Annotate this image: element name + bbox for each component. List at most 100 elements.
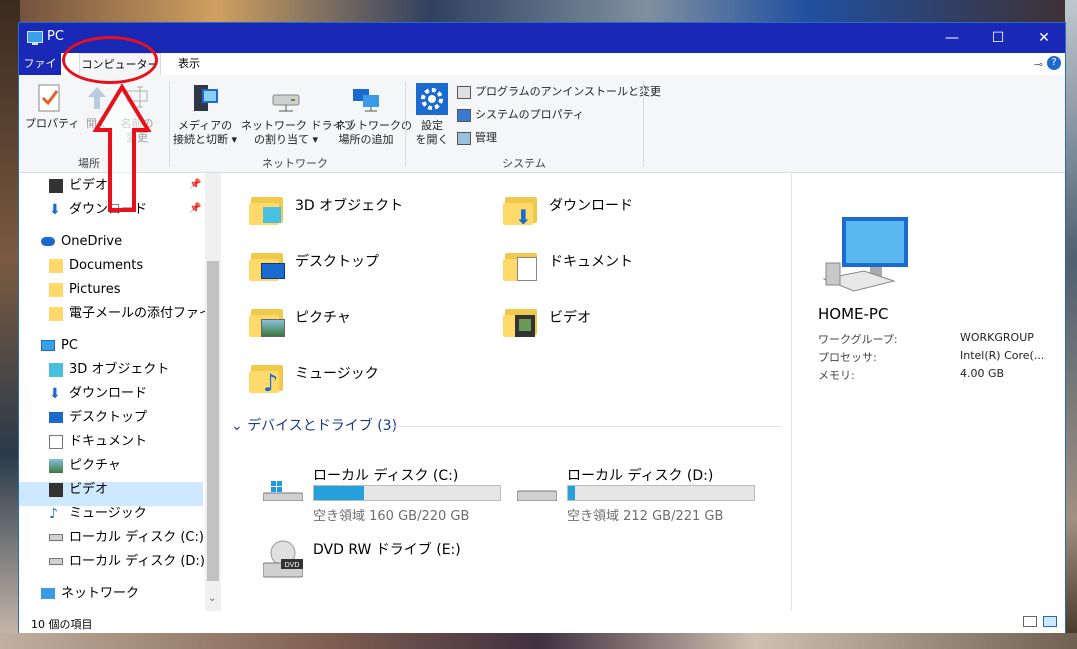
- details-pane: HOME-PC ワークグループ: WORKGROUP プロセッサ: Intel(…: [791, 173, 1065, 611]
- folder-music[interactable]: ♪ ミュージック: [249, 359, 469, 399]
- nav-label: 電子メールの添付ファイ: [69, 306, 205, 321]
- scrollbar-thumb[interactable]: [207, 261, 219, 581]
- uninstall-label: プログラムのアンインストールと変更: [475, 85, 662, 98]
- folder-label: ビデオ: [549, 310, 591, 326]
- folder-icon: [49, 282, 63, 297]
- folder-icon: [49, 258, 63, 273]
- settings-gear-icon: [416, 83, 448, 115]
- music-folder-icon: ♪: [249, 359, 285, 397]
- nav-item-music[interactable]: ♪ ミュージック: [49, 503, 147, 525]
- close-button[interactable]: ✕: [1021, 23, 1067, 53]
- properties-button[interactable]: プロパティ: [25, 83, 80, 131]
- dvd-drive-icon: DVD: [263, 540, 303, 578]
- chevron-down-icon[interactable]: ⌄: [208, 593, 216, 604]
- documents-folder-icon: [503, 247, 539, 281]
- system-properties-icon: [457, 108, 471, 122]
- pin-icon[interactable]: 📌: [189, 203, 201, 214]
- nav-item-network[interactable]: ネットワーク: [41, 583, 139, 605]
- minimize-button[interactable]: —: [929, 23, 975, 53]
- download-arrow-icon: ⬇: [49, 201, 61, 218]
- folder-label: ミュージック: [295, 366, 379, 382]
- programs-icon: [457, 85, 471, 99]
- drive-e[interactable]: DVD DVD RW ドライブ (E:): [261, 539, 511, 583]
- workgroup-value: WORKGROUP: [960, 331, 1034, 344]
- nav-item-desktop[interactable]: デスクトップ: [49, 407, 147, 429]
- nav-item-pictures-local[interactable]: ピクチャ: [49, 455, 121, 477]
- chevron-down-icon[interactable]: ⌄: [231, 418, 247, 434]
- folder-documents[interactable]: ドキュメント: [503, 247, 723, 287]
- disk-icon: [49, 558, 63, 565]
- details-view-icon[interactable]: [1023, 616, 1037, 627]
- nav-item-documents-local[interactable]: ドキュメント: [49, 431, 147, 453]
- nav-item-3d-objects[interactable]: 3D オブジェクト: [49, 359, 169, 381]
- videos-folder-icon: [503, 303, 539, 337]
- settings-label-2: を開く: [415, 133, 449, 146]
- folder-pictures[interactable]: ピクチャ: [249, 303, 469, 343]
- title-bar[interactable]: PC — ☐ ✕: [19, 23, 1065, 53]
- large-icons-view-icon[interactable]: [1043, 616, 1057, 627]
- netdrive-label-1: ネットワーク ドライブ: [241, 119, 355, 132]
- tab-view[interactable]: 表示: [167, 53, 211, 75]
- add-network-location-button[interactable]: ネットワークの 場所の追加: [335, 83, 412, 147]
- window-title: PC: [47, 29, 64, 44]
- nav-label: PC: [61, 338, 78, 353]
- media-connect-button[interactable]: メディアの 接続と切断 ▾: [173, 83, 237, 147]
- nav-item-disk-d[interactable]: ローカル ディスク (D:): [49, 551, 205, 573]
- desktop-icon: [49, 412, 63, 423]
- nav-item-videos-local[interactable]: ビデオ: [49, 479, 108, 501]
- drive-free-space: 空き領域 212 GB/221 GB: [567, 509, 724, 524]
- svg-text:DVD: DVD: [285, 562, 300, 569]
- nav-item-disk-c[interactable]: ローカル ディスク (C:): [49, 527, 204, 549]
- help-icon[interactable]: ?: [1047, 56, 1061, 70]
- desktop-background-left: [0, 0, 20, 649]
- nav-scrollbar[interactable]: ⌄: [205, 173, 221, 611]
- nav-label: OneDrive: [61, 234, 123, 249]
- nav-item-email-attachments[interactable]: 電子メールの添付ファイ: [49, 303, 205, 325]
- nav-label: Pictures: [69, 282, 121, 297]
- maximize-button[interactable]: ☐: [975, 23, 1021, 53]
- drive-d[interactable]: ローカル ディスク (D:) 空き領域 212 GB/221 GB: [515, 465, 765, 525]
- uninstall-programs-button[interactable]: プログラムのアンインストールと変更: [457, 83, 661, 101]
- devices-section-header[interactable]: ⌄ デバイスとドライブ (3): [231, 415, 397, 435]
- folder-icon: [49, 306, 63, 321]
- settings-label-1: 設定: [421, 119, 443, 132]
- workgroup-label: ワークグループ:: [818, 333, 898, 346]
- properties-label: プロパティ: [25, 117, 80, 130]
- video-icon: [49, 482, 63, 497]
- music-note-icon: ♪: [49, 505, 58, 522]
- folder-videos[interactable]: ビデオ: [503, 303, 723, 343]
- folder-label: ドキュメント: [549, 254, 633, 270]
- nav-label: ダウンロード: [69, 386, 148, 401]
- nav-item-downloads[interactable]: ⬇ ダウンロード: [49, 383, 147, 405]
- network-drive-icon: [272, 94, 300, 112]
- document-icon: [49, 434, 63, 449]
- drive-c[interactable]: ローカル ディスク (C:) 空き領域 160 GB/220 GB: [261, 465, 511, 525]
- desktop-folder-icon: [249, 247, 285, 281]
- map-network-drive-button[interactable]: ネットワーク ドライブ の割り当て ▾: [241, 83, 355, 147]
- folder-3d-objects[interactable]: 3D オブジェクト: [249, 191, 469, 231]
- network-icon: [41, 588, 55, 599]
- folder-desktop[interactable]: デスクトップ: [249, 247, 469, 287]
- folder-downloads[interactable]: ⬇ ダウンロード: [503, 191, 723, 231]
- system-properties-button[interactable]: システムのプロパティ: [457, 106, 584, 124]
- pin-icon[interactable]: ⊸: [1034, 58, 1043, 71]
- ribbon-tabs: ファイル コンピューター 表示 ⊸ ?: [19, 53, 1065, 92]
- network-location-icon: [353, 89, 379, 112]
- folder-label: ダウンロード: [549, 198, 633, 214]
- properties-icon: [38, 84, 60, 112]
- folder-label: ピクチャ: [295, 310, 351, 326]
- nav-label: デスクトップ: [69, 410, 148, 425]
- nav-item-documents[interactable]: Documents: [49, 255, 143, 277]
- tab-file[interactable]: ファイル: [19, 53, 61, 92]
- nav-item-pictures[interactable]: Pictures: [49, 279, 120, 301]
- drive-usage-fill: [314, 486, 365, 500]
- memory-value: 4.00 GB: [960, 367, 1005, 380]
- manage-button[interactable]: 管理: [457, 129, 497, 147]
- download-arrow-icon: ⬇: [49, 385, 61, 402]
- ribbon-separator: [169, 81, 170, 167]
- pin-icon[interactable]: 📌: [189, 179, 201, 190]
- nav-item-onedrive[interactable]: OneDrive: [41, 231, 122, 253]
- ribbon-separator: [643, 81, 644, 167]
- nav-item-pc[interactable]: PC: [41, 335, 78, 357]
- open-settings-button[interactable]: 設定 を開く: [411, 83, 453, 147]
